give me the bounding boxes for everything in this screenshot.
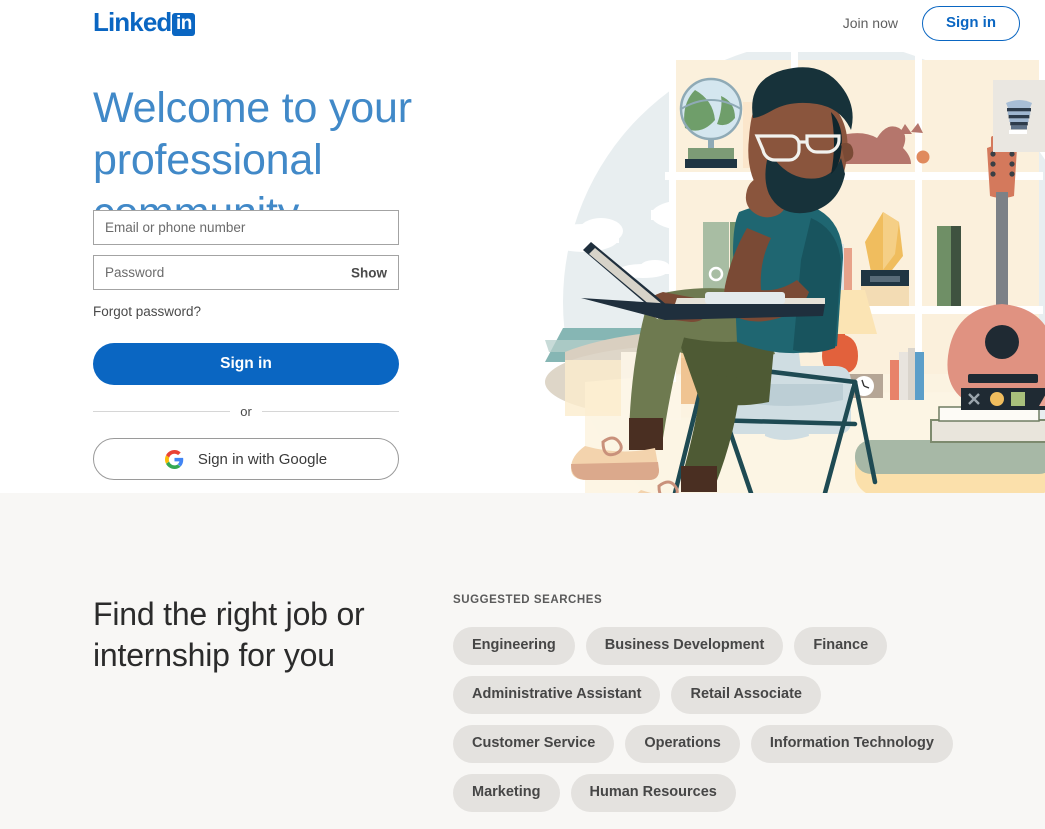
- forgot-password-link[interactable]: Forgot password?: [93, 304, 201, 319]
- framed-art-icon: [1006, 100, 1032, 134]
- logo-in-badge: in: [172, 12, 196, 36]
- suggested-search-chip[interactable]: Customer Service: [453, 724, 615, 763]
- show-password-button[interactable]: Show: [351, 265, 387, 280]
- linkedin-logo[interactable]: Linked in: [93, 7, 196, 37]
- email-field-wrapper[interactable]: [93, 210, 399, 245]
- jobs-section-title: Find the right job or internship for you: [93, 594, 423, 676]
- headline-line-1: Welcome to your: [93, 84, 412, 132]
- suggested-searches-label: SUGGESTED SEARCHES: [453, 594, 603, 606]
- header-sign-in-button[interactable]: Sign in: [922, 6, 1020, 41]
- suggested-search-chip[interactable]: Business Development: [585, 627, 784, 665]
- email-input[interactable]: [94, 211, 398, 244]
- jobs-section: Find the right job or internship for you…: [0, 493, 1045, 829]
- book: [951, 226, 961, 306]
- site-header: Linked in Join now Sign in: [0, 0, 1045, 52]
- suggested-search-chips: Engineering Business Development Finance Ad…: [453, 627, 953, 812]
- logo-wordmark: Linked: [93, 7, 172, 37]
- login-form: Show Forgot password? Sign in or: [93, 210, 399, 480]
- join-now-link[interactable]: Join now: [833, 7, 908, 39]
- hero-section: Welcome to your professional community S…: [0, 52, 1045, 493]
- suggested-search-chip[interactable]: Retail Associate: [671, 675, 821, 714]
- sign-in-submit-button[interactable]: Sign in: [93, 343, 399, 385]
- ball: [916, 150, 930, 164]
- globe: [679, 77, 743, 168]
- framed-art: [993, 80, 1045, 152]
- book: [908, 348, 915, 400]
- divider-line-right: [261, 411, 399, 412]
- suggested-search-chip[interactable]: Human Resources: [570, 773, 736, 812]
- or-divider: or: [93, 404, 399, 419]
- sofa: [855, 440, 1045, 493]
- suggested-search-chip[interactable]: Operations: [625, 724, 740, 763]
- password-field-wrapper[interactable]: Show: [93, 255, 399, 290]
- suggested-search-chip[interactable]: Engineering: [453, 627, 575, 665]
- book: [899, 352, 908, 400]
- suggested-search-chip[interactable]: Finance: [794, 627, 888, 665]
- suggested-searches: SUGGESTED SEARCHES Engineering Business D…: [453, 594, 973, 812]
- google-icon: [164, 449, 184, 469]
- google-button-label: Sign in with Google: [197, 450, 328, 468]
- header-nav: Join now Sign in: [833, 6, 1020, 41]
- suggested-search-chip[interactable]: Information Technology: [750, 724, 953, 763]
- linkedin-login-page: Linked in Join now Sign in Welcome to you…: [0, 0, 1045, 829]
- divider-line-left: [93, 411, 231, 412]
- jobs-title-line-1: Find the right job or: [93, 596, 365, 632]
- sign-in-with-google-button[interactable]: Sign in with Google: [93, 438, 399, 480]
- book: [937, 226, 951, 306]
- hero-illustration: [525, 52, 1045, 493]
- jobs-title-line-2: internship for you: [93, 636, 335, 673]
- divider-label: or: [240, 404, 252, 419]
- book: [915, 352, 924, 400]
- book: [890, 360, 899, 400]
- suggested-search-chip[interactable]: Administrative Assistant: [453, 675, 661, 714]
- paper: [705, 292, 785, 304]
- suggested-search-chip[interactable]: Marketing: [453, 773, 560, 812]
